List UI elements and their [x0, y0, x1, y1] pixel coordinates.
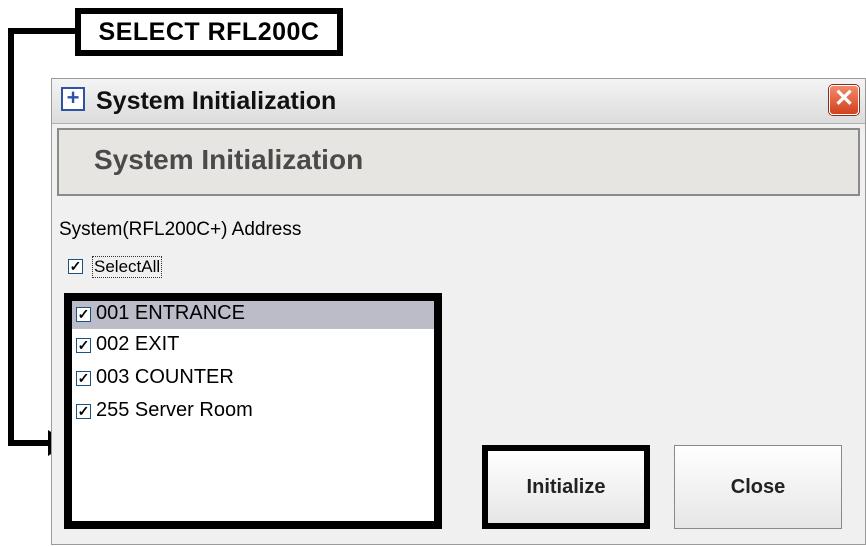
plus-square-icon[interactable]: +	[61, 87, 85, 111]
list-item-label: 001 ENTRANCE	[96, 302, 245, 324]
banner-title: System Initialization	[94, 144, 364, 175]
list-item-checkbox[interactable]: ✓	[76, 338, 91, 353]
list-item[interactable]: ✓ 001 ENTRANCE	[72, 301, 434, 329]
list-item-checkbox[interactable]: ✓	[76, 404, 91, 419]
title-bar[interactable]: + System Initialization ✕	[52, 79, 865, 124]
list-item[interactable]: ✓ 255 Server Room	[72, 398, 434, 426]
callout-connector-bottom	[8, 440, 52, 446]
system-initialization-window: + System Initialization ✕ System Initial…	[51, 78, 866, 545]
header-banner: System Initialization	[57, 128, 860, 196]
list-item-checkbox[interactable]: ✓	[76, 371, 91, 386]
callout-label: SELECT RFL200C	[75, 8, 343, 56]
list-item[interactable]: ✓ 002 EXIT	[72, 332, 434, 360]
list-item-label: 003 COUNTER	[96, 366, 234, 388]
close-button[interactable]: Close	[674, 445, 842, 529]
initialize-button[interactable]: Initialize	[482, 445, 650, 529]
callout-connector-top	[8, 28, 76, 34]
list-item-label: 255 Server Room	[96, 399, 253, 421]
list-item-label: 002 EXIT	[96, 333, 180, 355]
window-title: System Initialization	[96, 87, 337, 115]
close-icon[interactable]: ✕	[829, 85, 859, 115]
address-label: System(RFL200C+) Address	[59, 219, 302, 240]
list-item-checkbox[interactable]: ✓	[76, 307, 91, 322]
select-all-checkbox[interactable]: ✓	[68, 259, 83, 274]
address-list[interactable]: ✓ 001 ENTRANCE ✓ 002 EXIT ✓ 003 COUNTER …	[64, 293, 442, 529]
list-item[interactable]: ✓ 003 COUNTER	[72, 365, 434, 393]
select-all-label[interactable]: SelectAll	[92, 256, 163, 278]
callout-connector-vertical	[8, 28, 14, 446]
